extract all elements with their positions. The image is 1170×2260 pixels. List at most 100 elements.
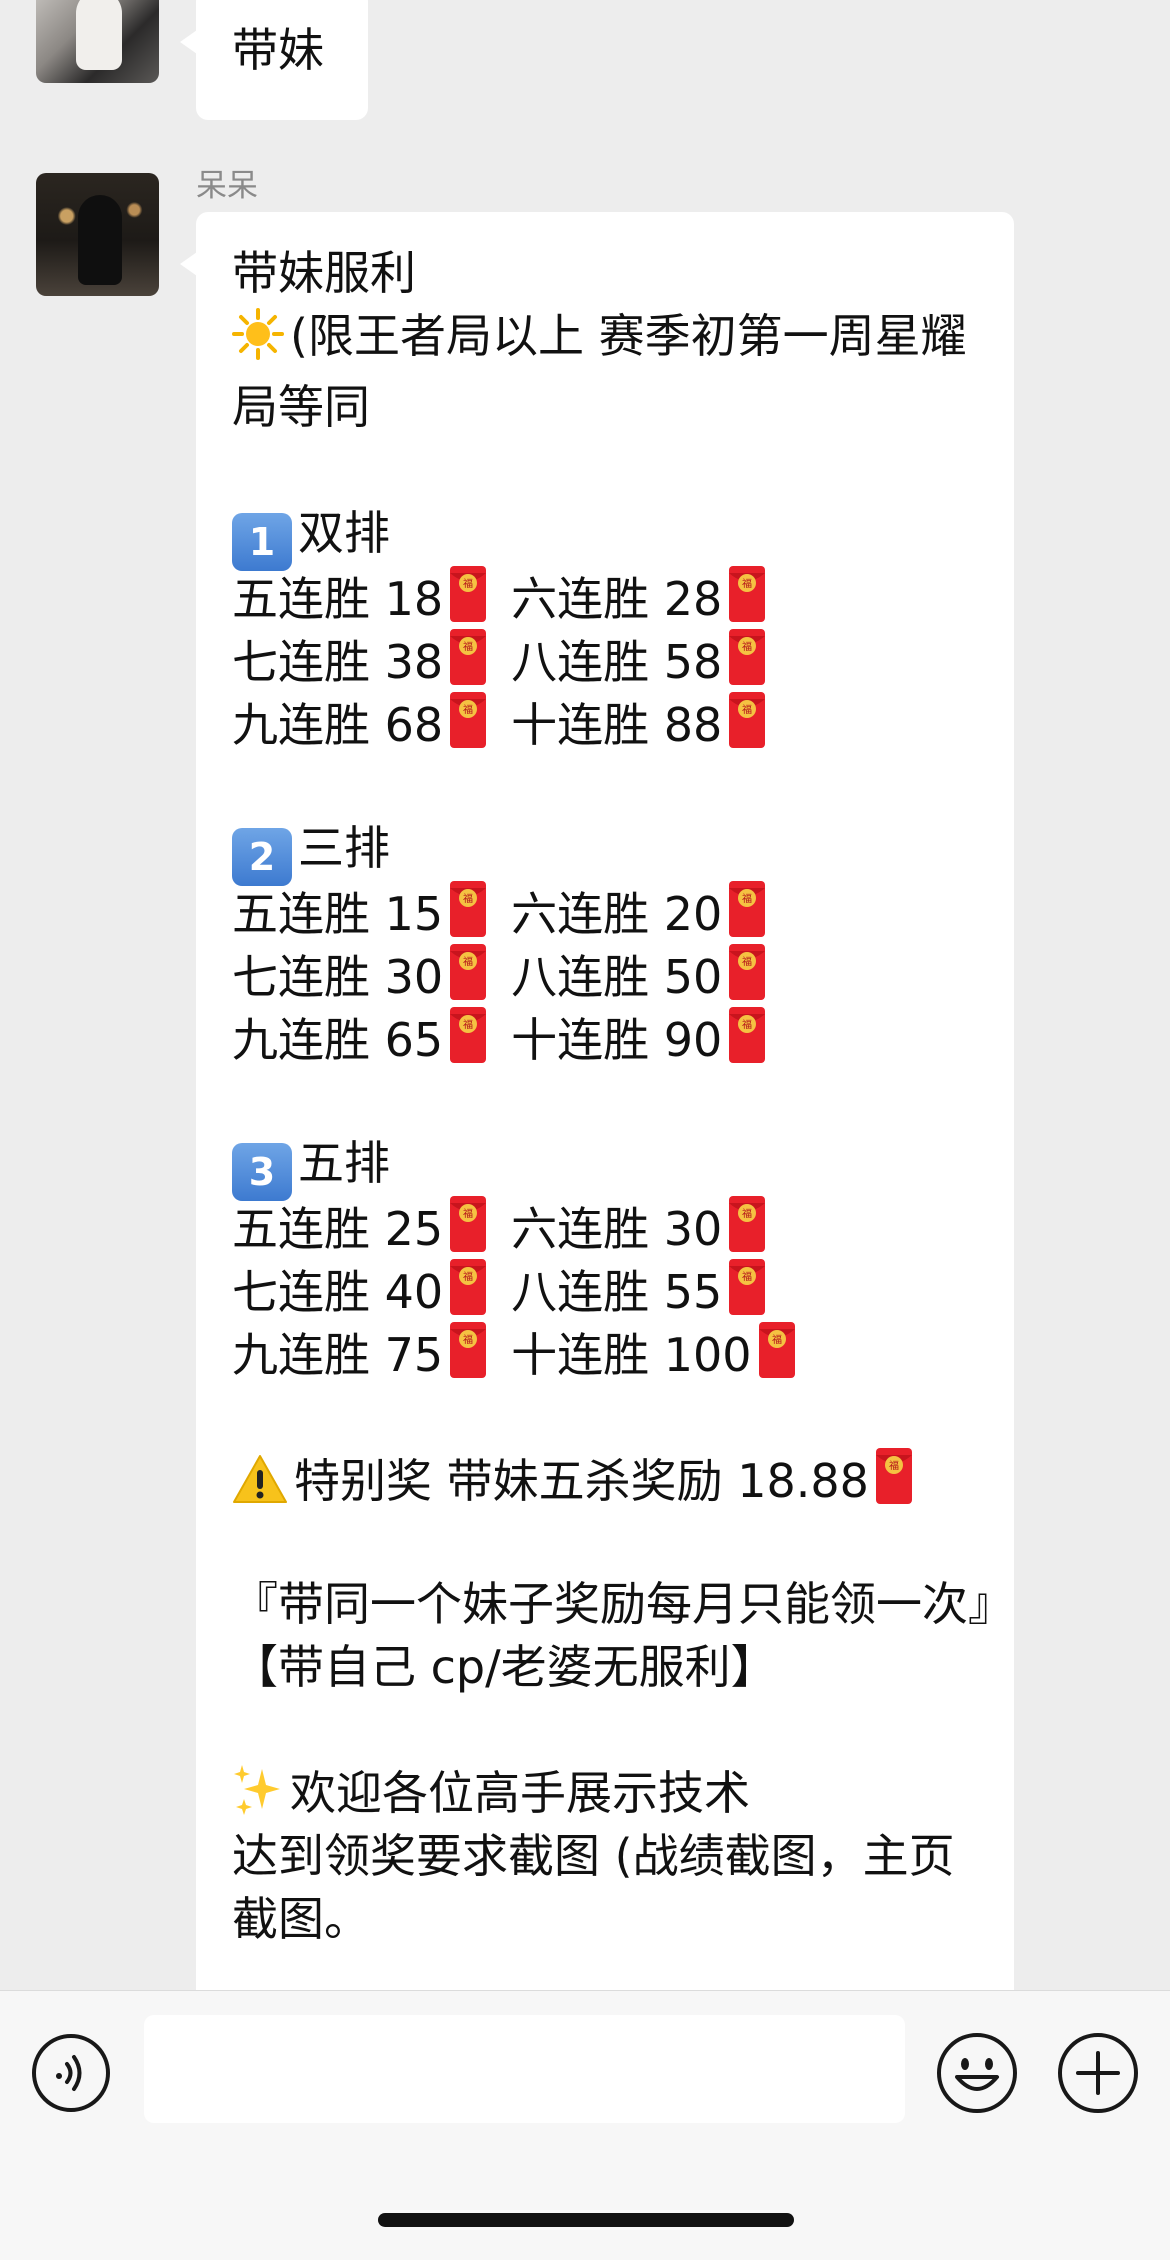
reward-item: 六连胜 28	[511, 572, 723, 626]
reward-item: 六连胜 20	[511, 887, 723, 941]
svg-text:福: 福	[463, 892, 473, 905]
welcome-line: 欢迎各位高手展示技术	[232, 1762, 992, 1825]
reward-item: 九连胜 68	[232, 698, 444, 752]
svg-text:福: 福	[463, 1333, 473, 1346]
red-envelope-icon: 福	[449, 1195, 487, 1253]
svg-text:福: 福	[463, 577, 473, 590]
red-envelope-icon: 福	[449, 880, 487, 938]
red-envelope-icon: 福	[728, 943, 766, 1001]
warning-icon	[232, 1453, 288, 1521]
special-text: 特别奖 带妹五杀奖励 18.88	[294, 1454, 869, 1508]
avatar[interactable]	[36, 173, 159, 296]
chat-area: 带妹 呆呆 带妹服利 (限王者局以上 赛季初第一周星耀局等同 1 双排 五连胜 …	[0, 0, 1170, 1990]
keycap-2-icon: 2	[232, 828, 292, 886]
note-same-girl: 『带同一个妹子奖励每月只能领一次』	[232, 1577, 1014, 1631]
reward-item: 九连胜 65	[232, 1013, 444, 1067]
svg-text:福: 福	[742, 955, 752, 968]
svg-text:福: 福	[463, 640, 473, 653]
reward-item: 五连胜 15	[232, 887, 444, 941]
keycap-1-icon: 1	[232, 513, 292, 571]
svg-text:福: 福	[742, 703, 752, 716]
reward-row: 五连胜 18 福 六连胜 28 福	[232, 565, 992, 628]
svg-text:福: 福	[463, 955, 473, 968]
svg-text:福: 福	[463, 1270, 473, 1283]
red-envelope-icon: 福	[728, 691, 766, 749]
red-envelope-icon: 福	[875, 1447, 913, 1505]
reward-row: 七连胜 38 福 八连胜 58 福	[232, 628, 992, 691]
red-envelope-icon: 福	[449, 1321, 487, 1379]
svg-text:福: 福	[772, 1333, 782, 1346]
message-text: 带妹服利 (限王者局以上 赛季初第一周星耀局等同 1 双排 五连胜 18 福 六…	[232, 242, 1014, 1951]
reward-row: 五连胜 25 福 六连胜 30 福	[232, 1195, 992, 1258]
special-line: 特别奖 带妹五杀奖励 18.88 福	[232, 1447, 992, 1510]
reward-row: 九连胜 75 福 十连胜 100 福	[232, 1321, 992, 1384]
reward-item: 五连胜 25	[232, 1202, 444, 1256]
reward-item: 六连胜 30	[511, 1202, 723, 1256]
reward-item: 七连胜 38	[232, 635, 444, 689]
message-bubble[interactable]: 带妹服利 (限王者局以上 赛季初第一周星耀局等同 1 双排 五连胜 18 福 六…	[180, 212, 1014, 1990]
reward-row: 九连胜 65 福 十连胜 90 福	[232, 1006, 992, 1069]
sun-icon	[232, 308, 284, 376]
red-envelope-icon: 福	[449, 1006, 487, 1064]
svg-text:福: 福	[742, 1018, 752, 1031]
red-envelope-icon: 福	[728, 565, 766, 623]
red-envelope-icon: 福	[449, 565, 487, 623]
voice-icon[interactable]	[31, 2033, 111, 2113]
red-envelope-icon: 福	[728, 1006, 766, 1064]
reward-item: 七连胜 40	[232, 1265, 444, 1319]
reward-item: 八连胜 58	[511, 635, 723, 689]
red-envelope-icon: 福	[728, 1195, 766, 1253]
svg-text:福: 福	[742, 577, 752, 590]
reward-item: 十连胜 88	[511, 698, 723, 752]
section-heading: 3 五排	[232, 1132, 992, 1201]
keycap-3-icon: 3	[232, 1143, 292, 1201]
reward-item: 七连胜 30	[232, 950, 444, 1004]
note-no-cp: 【带自己 cp/老婆无服利】	[232, 1640, 777, 1694]
requirement-text: 达到领奖要求截图 (战绩截图，主页截图。	[232, 1829, 955, 1946]
sender-name: 呆呆	[196, 168, 258, 204]
reward-row: 七连胜 30 福 八连胜 50 福	[232, 943, 992, 1006]
section-heading: 2 三排	[232, 817, 992, 886]
message-bubble[interactable]: 带妹	[180, 0, 368, 120]
reward-row: 五连胜 15 福 六连胜 20 福	[232, 880, 992, 943]
svg-text:福: 福	[463, 1018, 473, 1031]
red-envelope-icon: 福	[758, 1321, 796, 1379]
section-heading: 1 双排	[232, 502, 992, 571]
section-label: 三排	[298, 821, 390, 875]
rule-text: (限王者局以上 赛季初第一周星耀局等同	[232, 309, 967, 434]
svg-text:福: 福	[463, 1207, 473, 1220]
input-toolbar	[0, 1990, 1170, 2260]
red-envelope-icon: 福	[728, 880, 766, 938]
message-title: 带妹服利	[232, 246, 416, 300]
welcome-text: 欢迎各位高手展示技术	[290, 1766, 750, 1820]
avatar[interactable]	[36, 0, 159, 83]
reward-item: 五连胜 18	[232, 572, 444, 626]
plus-icon[interactable]	[1056, 2031, 1140, 2115]
red-envelope-icon: 福	[449, 691, 487, 749]
red-envelope-icon: 福	[449, 628, 487, 686]
sparkles-icon	[232, 1763, 284, 1833]
section-label: 双排	[298, 506, 390, 560]
svg-text:福: 福	[463, 703, 473, 716]
reward-item: 十连胜 100	[511, 1328, 752, 1382]
rule-line: (限王者局以上 赛季初第一周星耀局等同	[232, 305, 992, 439]
red-envelope-icon: 福	[449, 943, 487, 1001]
reward-row: 九连胜 68 福 十连胜 88 福	[232, 691, 992, 754]
svg-text:福: 福	[889, 1459, 899, 1472]
svg-text:福: 福	[742, 640, 752, 653]
home-indicator	[378, 2213, 794, 2227]
svg-text:福: 福	[742, 1207, 752, 1220]
reward-sections: 1 双排 五连胜 18 福六连胜 28 福七连胜 38 福八连胜 58 福九连胜 68 福十连…	[232, 502, 992, 1447]
reward-item: 八连胜 50	[511, 950, 723, 1004]
section-label: 五排	[298, 1136, 390, 1190]
red-envelope-icon: 福	[449, 1258, 487, 1316]
red-envelope-icon: 福	[728, 1258, 766, 1316]
svg-text:福: 福	[742, 892, 752, 905]
emoji-icon[interactable]	[935, 2031, 1019, 2115]
message-text: 带妹	[232, 23, 324, 77]
reward-item: 九连胜 75	[232, 1328, 444, 1382]
reward-item: 十连胜 90	[511, 1013, 723, 1067]
message-input[interactable]	[144, 2015, 905, 2123]
svg-text:福: 福	[742, 1270, 752, 1283]
reward-row: 七连胜 40 福 八连胜 55 福	[232, 1258, 992, 1321]
